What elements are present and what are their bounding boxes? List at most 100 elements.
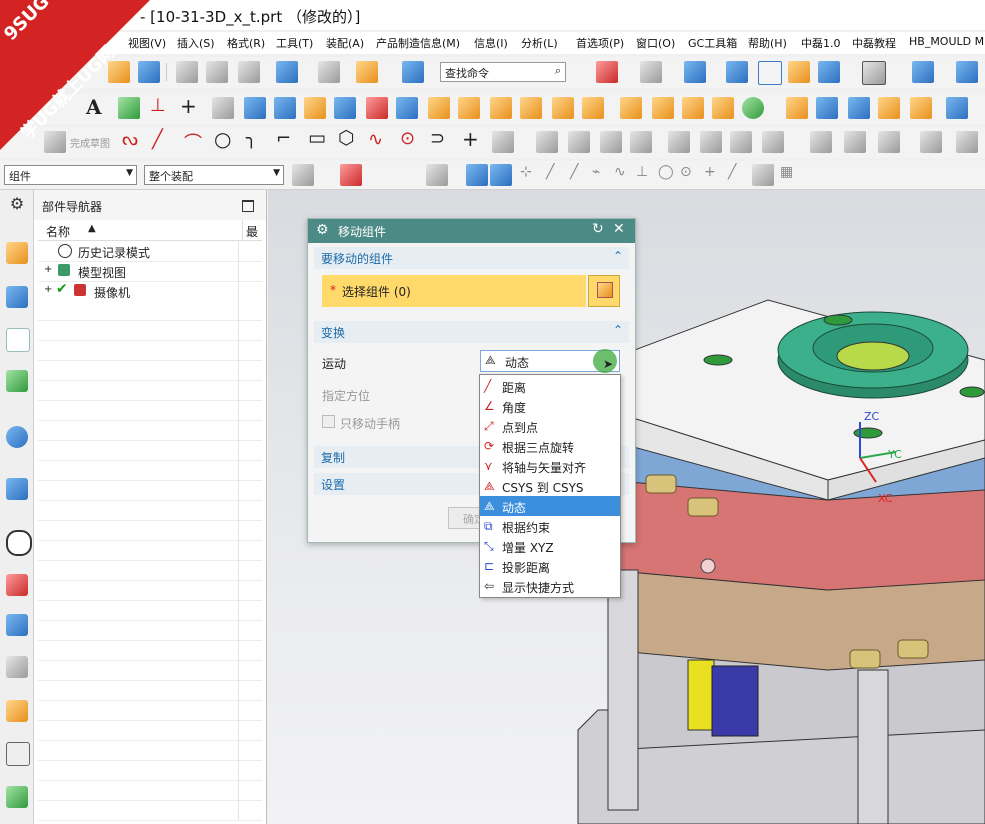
rectangle-select-icon[interactable] xyxy=(426,164,448,186)
make-corner-icon[interactable] xyxy=(730,131,752,153)
maximize-icon[interactable] xyxy=(242,200,254,212)
chamfer-icon[interactable] xyxy=(582,97,604,119)
sweep-icon[interactable] xyxy=(816,97,838,119)
edge-blend-icon[interactable] xyxy=(552,97,574,119)
column-latest[interactable]: 最 xyxy=(246,223,258,240)
orient-view-icon[interactable] xyxy=(640,61,662,83)
snap-control-icon[interactable]: ⌁ xyxy=(592,164,614,186)
option-csys-to-csys[interactable]: ⟁ CSYS 到 CSYS xyxy=(480,476,620,496)
move-component-icon[interactable] xyxy=(912,61,934,83)
pattern-curve-icon[interactable] xyxy=(536,131,558,153)
wireframe-icon[interactable] xyxy=(758,61,782,85)
menu-assembly[interactable]: 装配(A) xyxy=(326,35,364,51)
command-finder-icon[interactable] xyxy=(402,61,424,83)
cut-icon[interactable] xyxy=(176,61,198,83)
menu-analysis[interactable]: 分析(L) xyxy=(521,35,558,51)
snap-center-icon[interactable]: ⊙ xyxy=(680,164,702,186)
system-scene-icon[interactable] xyxy=(6,700,28,722)
option-rotate-three-points[interactable]: ⟳ 根据三点旋转 xyxy=(480,436,620,456)
menu-insert[interactable]: 插入(S) xyxy=(177,35,215,51)
intersection-point-icon[interactable] xyxy=(600,131,622,153)
assembly-constraints-icon[interactable] xyxy=(956,61,978,83)
expand-icon[interactable]: + xyxy=(44,284,52,295)
hole-icon[interactable] xyxy=(520,97,542,119)
menu-gc-toolbox[interactable]: GC工具箱 xyxy=(688,35,737,51)
web-browser-icon[interactable] xyxy=(6,478,28,500)
find-command-input[interactable]: 查找命令 ⌕ xyxy=(440,62,566,82)
gear-icon[interactable]: ⚙ xyxy=(316,222,329,238)
handle-only-checkbox[interactable] xyxy=(322,415,335,428)
redo-icon[interactable] xyxy=(318,61,340,83)
option-delta-xyz[interactable]: ⤡ 增量 XYZ xyxy=(480,536,620,556)
selection-mode-icon[interactable] xyxy=(340,164,362,186)
tree-row-model-views[interactable]: + 模型视图 xyxy=(38,261,262,282)
motion-dropdown[interactable]: ⟁ 动态 ➤ xyxy=(480,349,620,373)
fit-icon[interactable] xyxy=(596,61,618,83)
datum-axis-icon[interactable]: ⊥ xyxy=(150,95,172,117)
reset-icon[interactable]: ↻ xyxy=(592,221,604,237)
mesh-surface-icon[interactable] xyxy=(334,97,356,119)
ellipse-icon[interactable]: ⊙ xyxy=(400,128,422,150)
quick-trim-icon[interactable] xyxy=(668,131,690,153)
unite-icon[interactable] xyxy=(742,97,764,119)
subtract-icon[interactable] xyxy=(786,97,808,119)
expand-icon[interactable]: + xyxy=(44,264,52,275)
snap-end-icon[interactable]: ╱ xyxy=(546,164,568,186)
roles-icon[interactable] xyxy=(6,656,28,678)
pattern-icon[interactable] xyxy=(652,97,674,119)
section-view-icon[interactable] xyxy=(818,61,840,83)
gear-icon[interactable]: ⚙ xyxy=(6,194,28,216)
rectangle-icon[interactable]: ▭ xyxy=(308,127,330,149)
collapse-icon[interactable]: ⌃ xyxy=(613,323,623,337)
snap-on-curve-icon[interactable]: ╱ xyxy=(728,164,750,186)
convert-reference-icon[interactable] xyxy=(956,131,978,153)
snap-intersection-icon[interactable]: ∿ xyxy=(614,164,636,186)
assembly-navigator-icon[interactable] xyxy=(6,242,28,264)
snap-mid-icon[interactable]: ╱ xyxy=(570,164,592,186)
point-icon[interactable]: + xyxy=(180,94,202,118)
menu-window[interactable]: 窗口(O) xyxy=(636,35,675,51)
tree-row-cameras[interactable]: + ✔ 摄像机 xyxy=(38,281,262,302)
repeat-command-icon[interactable] xyxy=(356,61,378,83)
selection-scope-dropdown[interactable]: 整个装配 ▼ xyxy=(144,165,284,185)
offset-curve-icon[interactable] xyxy=(492,131,514,153)
select-object-button[interactable] xyxy=(588,275,620,307)
snap-arc-center-icon[interactable]: ⊥ xyxy=(636,164,658,186)
auto-constraint-icon[interactable] xyxy=(844,131,866,153)
sketch-icon[interactable] xyxy=(212,97,234,119)
pad-icon[interactable] xyxy=(490,97,512,119)
menu-tools[interactable]: 工具(T) xyxy=(276,35,313,51)
option-align-axis-to-vector[interactable]: ⋎ 将轴与矢量对齐 xyxy=(480,456,620,476)
paste-icon[interactable] xyxy=(238,61,260,83)
history-clock-icon[interactable] xyxy=(6,530,32,556)
menu-zhonglei[interactable]: 中磊1.0 xyxy=(801,35,841,51)
draft-icon[interactable] xyxy=(910,97,932,119)
sketch-point-icon[interactable]: + xyxy=(462,127,484,151)
filter-reset-icon[interactable] xyxy=(292,164,314,186)
studio-surface-icon[interactable] xyxy=(366,97,388,119)
option-point-to-point[interactable]: ⤢ 点到点 xyxy=(480,416,620,436)
shell-icon[interactable] xyxy=(620,97,642,119)
process-studio-icon[interactable] xyxy=(6,574,28,596)
shaded-icon[interactable] xyxy=(726,61,748,83)
show-constraints-icon[interactable] xyxy=(878,131,900,153)
arc-icon[interactable]: ⌒ xyxy=(184,129,206,154)
reuse-library-icon[interactable] xyxy=(6,370,28,392)
tube-icon[interactable] xyxy=(428,97,450,119)
extrude-icon[interactable] xyxy=(244,97,266,119)
section-components-header[interactable]: 要移动的组件 ⌃ xyxy=(314,247,629,269)
option-projected-distance[interactable]: ⊏ 投影距离 xyxy=(480,556,620,576)
menu-zhonglei-tutorial[interactable]: 中磊教程 xyxy=(852,35,896,51)
option-distance[interactable]: ╱ 距离 xyxy=(480,376,620,396)
option-show-shortcuts[interactable]: ⇦ 显示快捷方式 xyxy=(480,576,620,596)
quick-extend-icon[interactable] xyxy=(700,131,722,153)
manufacturing-wizard-icon[interactable] xyxy=(6,614,28,636)
type-filter-dropdown[interactable]: 组件 ▼ xyxy=(4,165,137,185)
section-transform-header[interactable]: 变换 ⌃ xyxy=(314,321,629,343)
dimension-icon[interactable] xyxy=(762,131,784,153)
collapse-icon[interactable]: ⌃ xyxy=(613,249,623,263)
undo-icon[interactable] xyxy=(276,61,298,83)
menu-preferences[interactable]: 首选项(P) xyxy=(576,35,624,51)
constraint-icon[interactable] xyxy=(810,131,832,153)
snap-point-icon[interactable]: ⊹ xyxy=(520,164,542,186)
